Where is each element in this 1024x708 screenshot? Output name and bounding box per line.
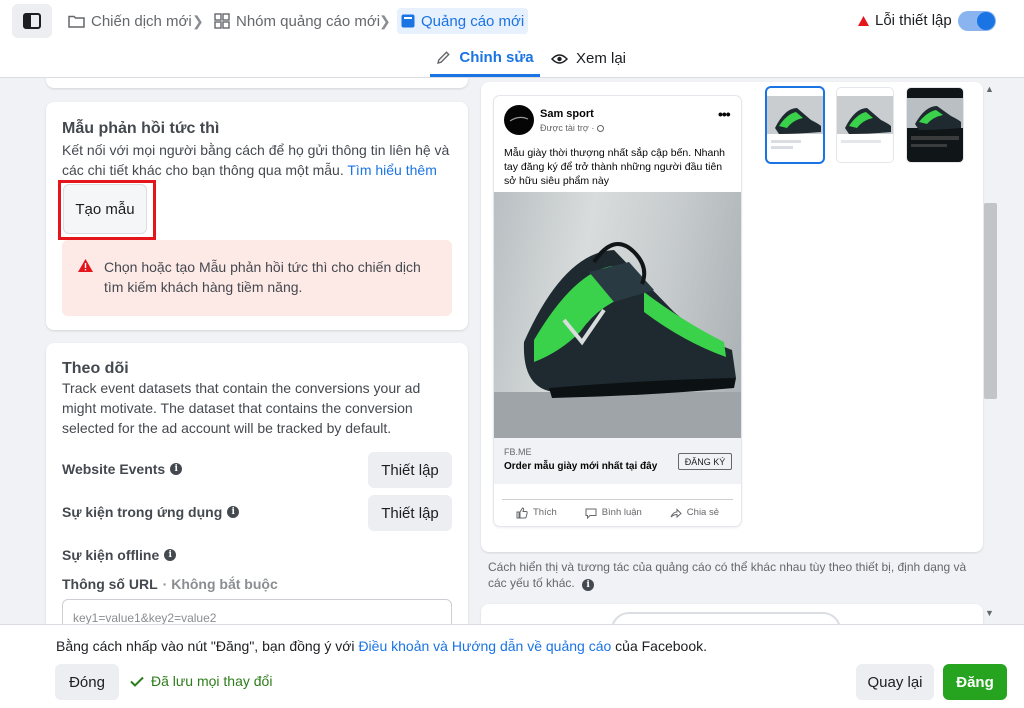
page-avatar: [504, 105, 534, 135]
pencil-icon: [437, 50, 451, 64]
shoe-thumbnail-image: [837, 96, 893, 143]
ad-active-toggle[interactable]: [958, 11, 996, 31]
tab-edit[interactable]: Chỉnh sửa: [430, 40, 540, 77]
close-button[interactable]: Đóng: [55, 664, 119, 700]
globe-icon: [596, 125, 604, 133]
eye-icon: [551, 53, 568, 64]
warning-triangle-icon: [78, 259, 93, 272]
instant-form-card: Mẫu phản hồi tức thì Kết nối với mọi ngư…: [46, 102, 468, 330]
info-icon[interactable]: i: [170, 463, 183, 475]
preview-disclaimer: Cách hiển thị và tương tác của quảng cáo…: [488, 560, 967, 591]
link-preview[interactable]: FB.ME Order mẫu giày mới nhất tại đây ĐĂ…: [494, 438, 741, 484]
scrollbar-thumb[interactable]: [984, 203, 997, 399]
post-actions: Thích Bình luận Chia sẻ: [502, 499, 733, 521]
warning-text: Chọn hoặc tạo Mẫu phản hồi tức thì cho c…: [104, 259, 421, 295]
placement-thumbnail-stories[interactable]: [907, 88, 963, 162]
tracking-card: Theo dõi Track event datasets that conta…: [46, 343, 468, 624]
website-events-setup-button[interactable]: Thiết lập: [368, 452, 452, 488]
shoe-thumbnail-image: [907, 88, 963, 162]
breadcrumb-campaign[interactable]: Chiến dịch mới: [64, 8, 196, 34]
folder-icon: [68, 15, 85, 28]
section-description: Track event datasets that contain the co…: [62, 380, 421, 436]
sign-up-cta-button[interactable]: ĐĂNG KÝ: [678, 453, 732, 470]
grid-icon: [214, 13, 230, 29]
thumbs-up-icon: [516, 506, 528, 518]
info-icon[interactable]: i: [227, 506, 240, 518]
device-frame-outline: [611, 612, 841, 624]
share-icon: [670, 507, 682, 518]
back-button[interactable]: Quay lại: [856, 664, 934, 700]
toggle-knob: [977, 12, 995, 30]
breadcrumb-label: Chiến dịch mới: [91, 12, 192, 30]
sidebar-toggle-button[interactable]: [12, 4, 52, 38]
chevron-right-icon: ❯: [379, 13, 391, 29]
info-icon[interactable]: i: [164, 549, 177, 561]
sidebar-icon: [23, 13, 41, 29]
url-params-label: Thông số URL · Không bắt buộc: [62, 576, 278, 592]
more-options-icon[interactable]: •••: [718, 106, 731, 122]
tab-label: Xem lại: [576, 50, 627, 67]
post-text: Mẫu giày thời thượng nhất sắp cập bến. N…: [504, 147, 726, 187]
ad-terms-link[interactable]: Điều khoản và Hướng dẫn về quảng cáo: [358, 638, 611, 654]
sponsored-label: Được tài trợ ·: [540, 123, 604, 133]
ad-image: [494, 192, 741, 438]
section-description: Kết nối với mọi người bằng cách để họ gử…: [62, 142, 450, 178]
publish-button[interactable]: Đăng: [943, 664, 1007, 700]
ad-icon: [401, 14, 415, 28]
tab-bar: Chỉnh sửa Xem lại: [0, 40, 1024, 78]
app-events-label: Sự kiện trong ứng dụng i: [62, 504, 240, 520]
offline-events-label: Sự kiện offline i: [62, 547, 177, 563]
section-title: Theo dõi: [62, 360, 129, 377]
create-form-button[interactable]: Tạo mẫu: [63, 184, 147, 234]
placement-thumbnail-feed[interactable]: [767, 88, 823, 162]
breadcrumb-adset[interactable]: Nhóm quảng cáo mới: [210, 8, 384, 34]
footer-bar: Bằng cách nhấp vào nút "Đăng", bạn đồng …: [0, 624, 1024, 708]
website-events-label: Website Events i: [62, 461, 183, 477]
facebook-post-preview: Sam sport Được tài trợ · ••• Mẫu giày th…: [494, 96, 741, 526]
app-events-setup-button[interactable]: Thiết lập: [368, 495, 452, 531]
section-title: Mẫu phản hồi tức thì: [62, 120, 220, 137]
chevron-right-icon: ❯: [192, 13, 204, 29]
setup-error-status[interactable]: Lỗi thiết lập: [858, 12, 952, 29]
error-status-text: Lỗi thiết lập: [875, 12, 952, 29]
breadcrumb-label: Quảng cáo mới: [421, 12, 525, 30]
save-status: Đã lưu mọi thay đổi: [130, 673, 272, 689]
checkmark-icon: [130, 676, 144, 687]
top-bar: Chiến dịch mới ❯ Nhóm quảng cáo mới ❯ Qu…: [0, 0, 1024, 40]
editor-canvas: Mẫu phản hồi tức thì Kết nối với mọi ngư…: [0, 78, 1024, 624]
terms-consent-text: Bằng cách nhấp vào nút "Đăng", bạn đồng …: [56, 638, 708, 654]
breadcrumb-label: Nhóm quảng cáo mới: [236, 12, 381, 30]
warning-message: Chọn hoặc tạo Mẫu phản hồi tức thì cho c…: [62, 240, 452, 316]
tab-label: Chỉnh sửa: [459, 48, 534, 66]
brand-logo-icon: [509, 116, 529, 122]
shoe-thumbnail-image: [767, 96, 823, 149]
url-params-input[interactable]: [62, 599, 452, 624]
info-icon[interactable]: i: [582, 579, 595, 591]
scroll-down-arrow[interactable]: ▼: [985, 608, 994, 618]
like-action[interactable]: Thích: [516, 506, 557, 519]
share-action[interactable]: Chia sẻ: [670, 507, 719, 519]
placement-thumbnail-marketplace[interactable]: [837, 88, 893, 162]
comment-icon: [585, 508, 597, 519]
link-title: Order mẫu giày mới nhất tại đây: [504, 461, 658, 472]
breadcrumb-ad[interactable]: Quảng cáo mới: [397, 8, 529, 34]
link-domain: FB.ME: [504, 447, 532, 457]
comment-action[interactable]: Bình luận: [585, 507, 642, 519]
previous-section-card: [46, 78, 468, 88]
error-triangle-icon: [858, 15, 869, 26]
preview-scrollbar[interactable]: ▲ ▼: [983, 82, 997, 622]
learn-more-link[interactable]: Tìm hiểu thêm: [347, 162, 436, 178]
next-preview-card: [481, 604, 983, 624]
green-football-shoe-image: [494, 242, 741, 438]
tab-review[interactable]: Xem lại: [545, 40, 632, 77]
scroll-up-arrow[interactable]: ▲: [985, 84, 994, 94]
page-name: Sam sport: [540, 108, 594, 120]
